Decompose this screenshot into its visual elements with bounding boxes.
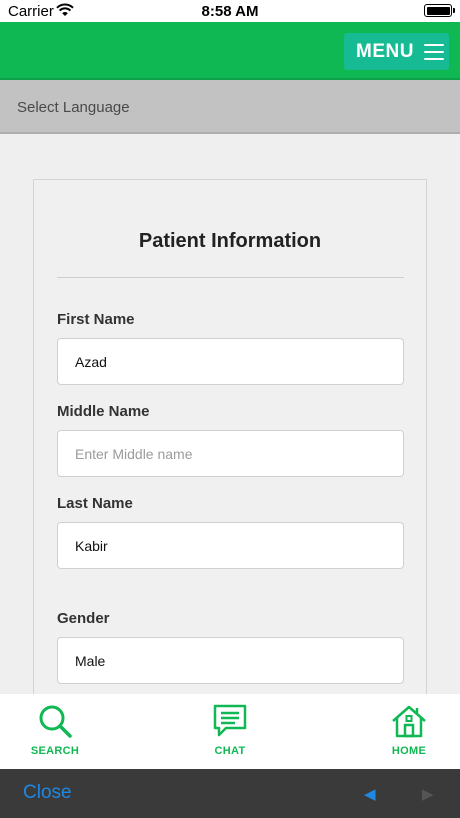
battery-icon — [424, 4, 455, 17]
app-header: MENU — [0, 22, 460, 80]
back-arrow-icon[interactable]: ◀ — [364, 785, 376, 803]
chat-icon — [213, 704, 247, 737]
first-name-field[interactable] — [57, 338, 404, 385]
menu-button[interactable]: MENU — [344, 33, 449, 70]
last-name-label: Last Name — [57, 495, 133, 512]
middle-name-label: Middle Name — [57, 403, 150, 420]
gender-label: Gender — [57, 610, 110, 627]
hamburger-icon — [423, 43, 444, 60]
forward-arrow-icon[interactable]: ▶ — [422, 785, 434, 803]
select-language-bar[interactable]: Select Language — [0, 80, 460, 134]
browser-toolbar: Close ◀ ▶ — [0, 769, 460, 818]
clock: 8:58 AM — [201, 3, 259, 20]
home-icon — [392, 705, 426, 738]
patient-info-card: Patient Information First Name Middle Na… — [33, 179, 427, 739]
gender-field[interactable] — [57, 637, 404, 684]
middle-name-field[interactable] — [57, 430, 404, 477]
title-divider — [57, 277, 404, 278]
status-bar: Carrier 8:58 AM — [0, 0, 460, 22]
tab-home[interactable]: HOME — [354, 694, 460, 769]
tab-chat-label: CHAT — [214, 745, 246, 757]
search-icon — [39, 705, 72, 738]
menu-label: MENU — [356, 40, 414, 62]
tab-search-label: SEARCH — [30, 745, 80, 757]
bottom-tab-bar: SEARCH CHAT HOME — [0, 694, 460, 769]
tab-search[interactable]: SEARCH — [0, 694, 110, 769]
page-title: Patient Information — [138, 230, 322, 252]
tab-chat[interactable]: CHAT — [175, 694, 285, 769]
tab-home-label: HOME — [391, 745, 427, 757]
close-button[interactable]: Close — [23, 782, 72, 804]
first-name-label: First Name — [57, 311, 135, 328]
last-name-field[interactable] — [57, 522, 404, 569]
